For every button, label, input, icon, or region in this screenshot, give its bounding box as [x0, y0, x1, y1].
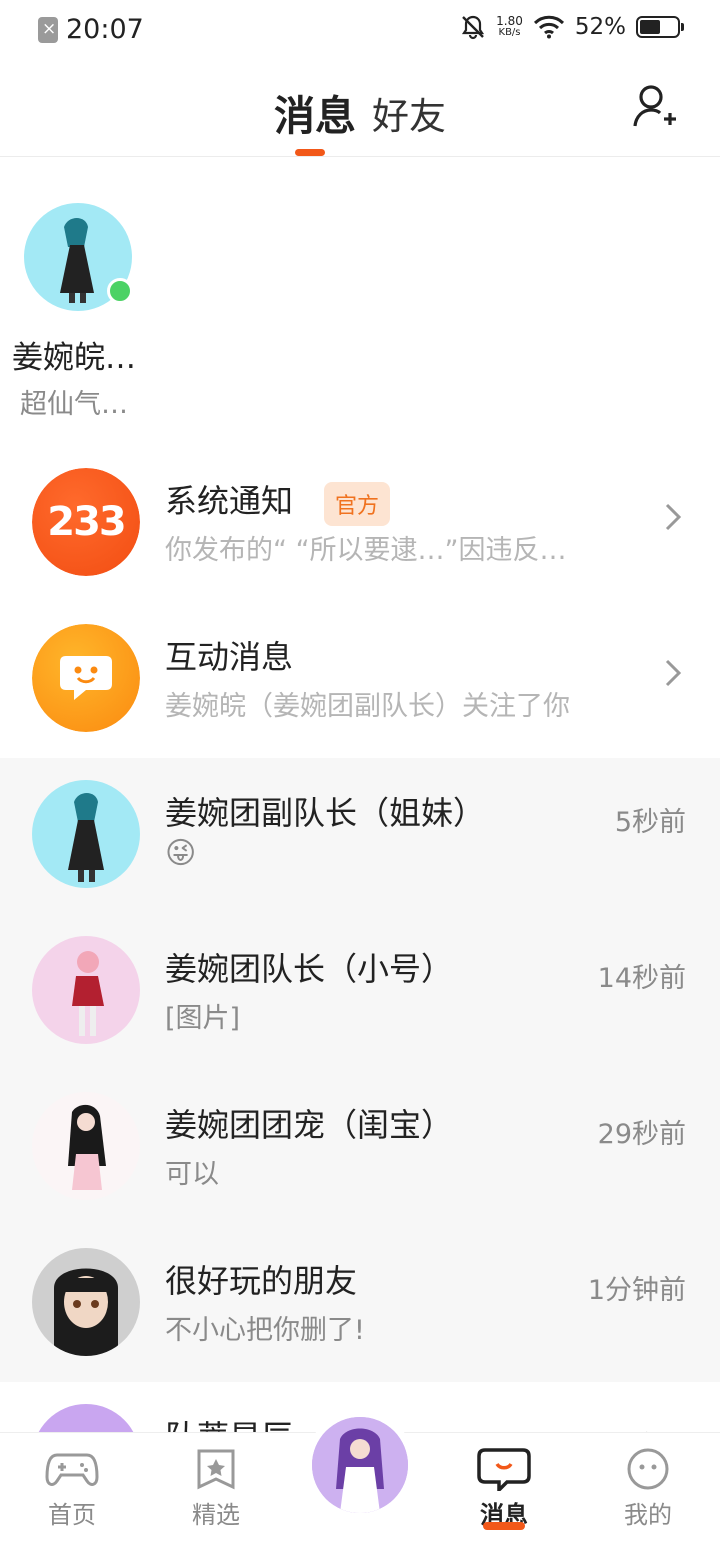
chat-preview: [图片]: [165, 1003, 241, 1034]
chat-name: 很好玩的朋友: [165, 1262, 358, 1300]
nav-home-label: 首页: [48, 1501, 96, 1529]
battery-icon: [636, 16, 684, 38]
center-avatar-button[interactable]: [305, 1410, 415, 1520]
nav-active-indicator: [483, 1522, 525, 1530]
status-time: 20:07: [66, 14, 144, 45]
chat-name: 姜婉团副队长（姐妹）: [165, 794, 486, 832]
nav-featured[interactable]: 精选: [166, 1447, 266, 1530]
chat-bubble-icon: [60, 656, 112, 700]
nav-featured-label: 精选: [192, 1501, 240, 1529]
nav-mine[interactable]: 我的: [598, 1447, 698, 1530]
mute-bell-icon: [462, 15, 485, 40]
friend-status: 超仙气…: [20, 389, 128, 420]
header: 消息 好友: [0, 60, 720, 157]
status-bar: 20:07 1.80 KB/s 52%: [0, 0, 720, 60]
status-right: 1.80 KB/s 52%: [460, 14, 684, 40]
chat-preview: 可以: [165, 1159, 219, 1190]
logo-233: 233: [32, 468, 140, 576]
avatar: [32, 780, 140, 888]
chat-row[interactable]: 姜婉团副队长（姐妹） 😜 5秒前: [0, 758, 720, 914]
wifi-icon: [533, 15, 564, 39]
official-badge: 官方: [324, 482, 391, 526]
star-bookmark-icon: [197, 1449, 235, 1490]
nav-messages[interactable]: 消息: [454, 1447, 554, 1530]
interaction-preview: 姜婉皖（姜婉团副队长）关注了你: [165, 691, 570, 722]
header-tabs: 消息 好友: [0, 82, 720, 142]
status-left: 20:07: [38, 14, 144, 45]
tab-indicator: [295, 149, 325, 156]
tab-messages[interactable]: 消息: [274, 82, 356, 142]
avatar: [32, 936, 140, 1044]
avatar: [32, 1092, 140, 1200]
system-notice-preview: 你发布的“ “所以要逮…”因违反…: [165, 535, 567, 566]
chat-preview: 😜: [165, 836, 197, 871]
chat-time: 5秒前: [614, 807, 686, 838]
network-speed: 1.80 KB/s: [496, 15, 523, 39]
friend-name: 姜婉皖…: [12, 340, 136, 376]
chat-time: 29秒前: [597, 1119, 686, 1150]
system-notice-title: 系统通知: [165, 482, 294, 520]
online-friend[interactable]: 姜婉皖… 超仙气…: [0, 158, 160, 448]
nav-mine-label: 我的: [624, 1501, 672, 1529]
nav-home[interactable]: 首页: [22, 1447, 122, 1530]
no-sim-icon: [38, 16, 58, 43]
chevron-right-icon: [665, 659, 682, 687]
network-speed-value: 1.80: [496, 14, 523, 28]
online-status-dot: [107, 278, 133, 304]
face-icon: [627, 1448, 669, 1490]
gamepad-icon: [45, 1453, 99, 1486]
interaction-logo: [32, 624, 140, 732]
chat-row[interactable]: 姜婉团团宠（闺宝） 可以 29秒前: [0, 1070, 720, 1226]
avatar: [32, 1248, 140, 1356]
network-speed-unit: KB/s: [498, 27, 521, 38]
chevron-right-icon: [665, 503, 682, 531]
chat-time: 1分钟前: [587, 1275, 686, 1306]
interaction-title: 互动消息: [165, 638, 294, 676]
add-user-icon[interactable]: [632, 82, 680, 130]
chat-preview: 不小心把你删了!: [165, 1315, 365, 1346]
message-icon: [477, 1448, 531, 1491]
chat-name: 姜婉团队长（小号）: [165, 950, 454, 988]
chat-row[interactable]: 很好玩的朋友 不小心把你删了! 1分钟前: [0, 1226, 720, 1382]
battery-percent: 52%: [574, 14, 626, 40]
system-logo: 233: [32, 468, 140, 576]
chat-row[interactable]: 姜婉团队长（小号） [图片] 14秒前: [0, 914, 720, 1070]
chat-time: 14秒前: [597, 963, 686, 994]
chat-name: 姜婉团团宠（闺宝）: [165, 1106, 454, 1144]
interaction-row[interactable]: 互动消息 姜婉皖（姜婉团副队长）关注了你: [0, 602, 720, 758]
tab-friends[interactable]: 好友: [372, 86, 446, 142]
